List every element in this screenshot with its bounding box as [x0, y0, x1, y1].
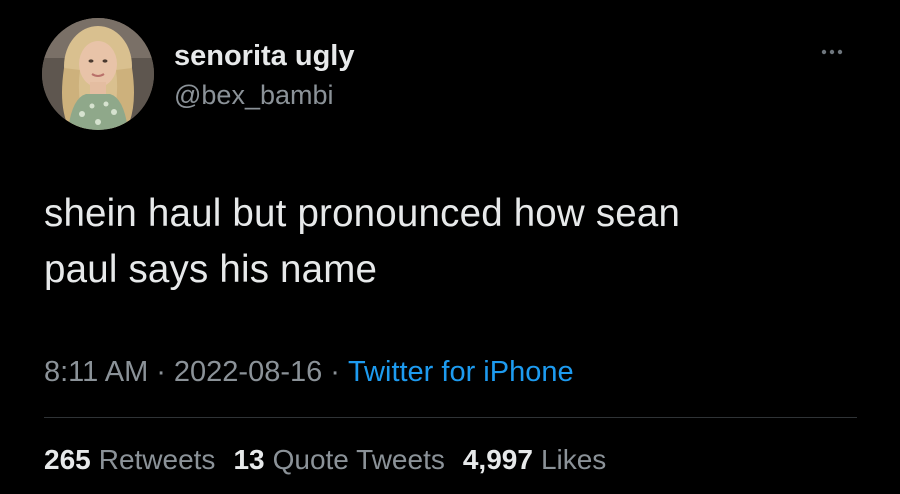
tweet-text: shein haul but pronounced how sean paul … [44, 186, 844, 298]
tweet-text-line: paul says his name [44, 248, 378, 291]
more-options-button[interactable] [812, 40, 852, 64]
retweets-stat[interactable]: 265 Retweets [44, 444, 215, 476]
meta-separator: · [156, 356, 166, 388]
quote-tweets-count: 13 [233, 444, 265, 475]
tweet-time[interactable]: 8:11 AM [44, 356, 148, 388]
retweets-label: Retweets [98, 444, 216, 475]
divider [44, 417, 857, 418]
quote-tweets-stat[interactable]: 13 Quote Tweets [233, 444, 444, 476]
meta-separator: · [330, 356, 340, 388]
tweet-card: senorita ugly @bex_bambi shein haul but … [0, 0, 900, 494]
tweet-meta: 8:11 AM · 2022-08-16 · Twitter for iPhone [44, 356, 574, 389]
display-name[interactable]: senorita ugly [174, 40, 355, 73]
likes-count: 4,997 [462, 444, 533, 475]
tweet-text-line: shein haul but pronounced how sean [44, 192, 681, 235]
tweet-source-link[interactable]: Twitter for iPhone [348, 356, 574, 388]
retweets-count: 265 [44, 444, 91, 475]
profile-photo-icon [42, 18, 154, 130]
likes-stat[interactable]: 4,997 Likes [463, 444, 606, 476]
likes-label: Likes [540, 444, 607, 475]
user-handle[interactable]: @bex_bambi [174, 80, 334, 111]
tweet-date[interactable]: 2022-08-16 [174, 356, 322, 388]
avatar[interactable] [42, 18, 154, 130]
quote-tweets-label: Quote Tweets [272, 444, 445, 475]
ellipsis-icon [821, 49, 843, 55]
tweet-stats: 265 Retweets 13 Quote Tweets 4,997 Likes [44, 444, 624, 476]
